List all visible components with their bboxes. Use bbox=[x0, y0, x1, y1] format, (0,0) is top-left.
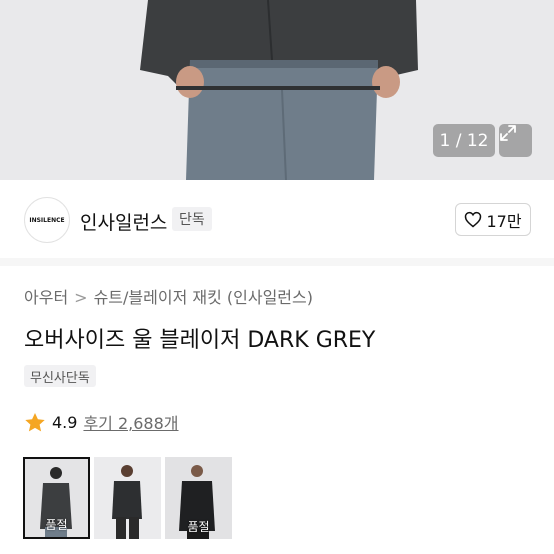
section-divider bbox=[0, 258, 554, 266]
thumbnail-option-1[interactable]: 품절 bbox=[23, 457, 90, 539]
brand-logo-text: INSILENCE bbox=[29, 216, 65, 224]
review-count-link[interactable]: 후기 2,688개 bbox=[83, 410, 178, 434]
expand-button[interactable] bbox=[499, 124, 532, 157]
product-title: 오버사이즈 울 블레이저 DARK GREY bbox=[24, 328, 376, 353]
breadcrumb: 아우터 > 슈트/블레이저 재킷 (인사일런스) bbox=[24, 284, 313, 308]
like-button[interactable]: 17만 bbox=[455, 203, 531, 236]
heart-outline-icon bbox=[465, 211, 482, 228]
sold-out-label: 품절 bbox=[187, 520, 210, 534]
sold-out-label: 품절 bbox=[45, 518, 68, 532]
thumbnail-photo bbox=[94, 457, 161, 539]
brand-row: INSILENCE 인사일런스 단독 17만 bbox=[0, 180, 554, 258]
product-image[interactable]: 1 / 12 bbox=[0, 0, 554, 180]
breadcrumb-separator: > bbox=[74, 288, 88, 307]
color-options: 품절 품절 bbox=[23, 457, 232, 539]
breadcrumb-item-outer[interactable]: 아우터 bbox=[24, 288, 68, 307]
star-icon bbox=[25, 412, 45, 431]
brand-logo[interactable]: INSILENCE bbox=[24, 197, 70, 243]
rating-value: 4.9 bbox=[52, 412, 78, 432]
breadcrumb-item-suit[interactable]: 슈트/블레이저 재킷 (인사일런스) bbox=[94, 288, 313, 307]
image-counter: 1 / 12 bbox=[433, 124, 495, 157]
like-count: 17만 bbox=[486, 211, 522, 231]
thumbnail-option-3[interactable]: 품절 bbox=[165, 457, 232, 539]
expand-icon bbox=[500, 125, 516, 141]
rating-row: 4.9 후기 2,688개 bbox=[24, 410, 179, 434]
thumbnail-option-2[interactable] bbox=[94, 457, 161, 539]
exclusive-badge: 단독 bbox=[172, 207, 212, 231]
exclusive-tag: 무신사단독 bbox=[24, 365, 96, 387]
brand-name[interactable]: 인사일런스 bbox=[80, 208, 167, 235]
